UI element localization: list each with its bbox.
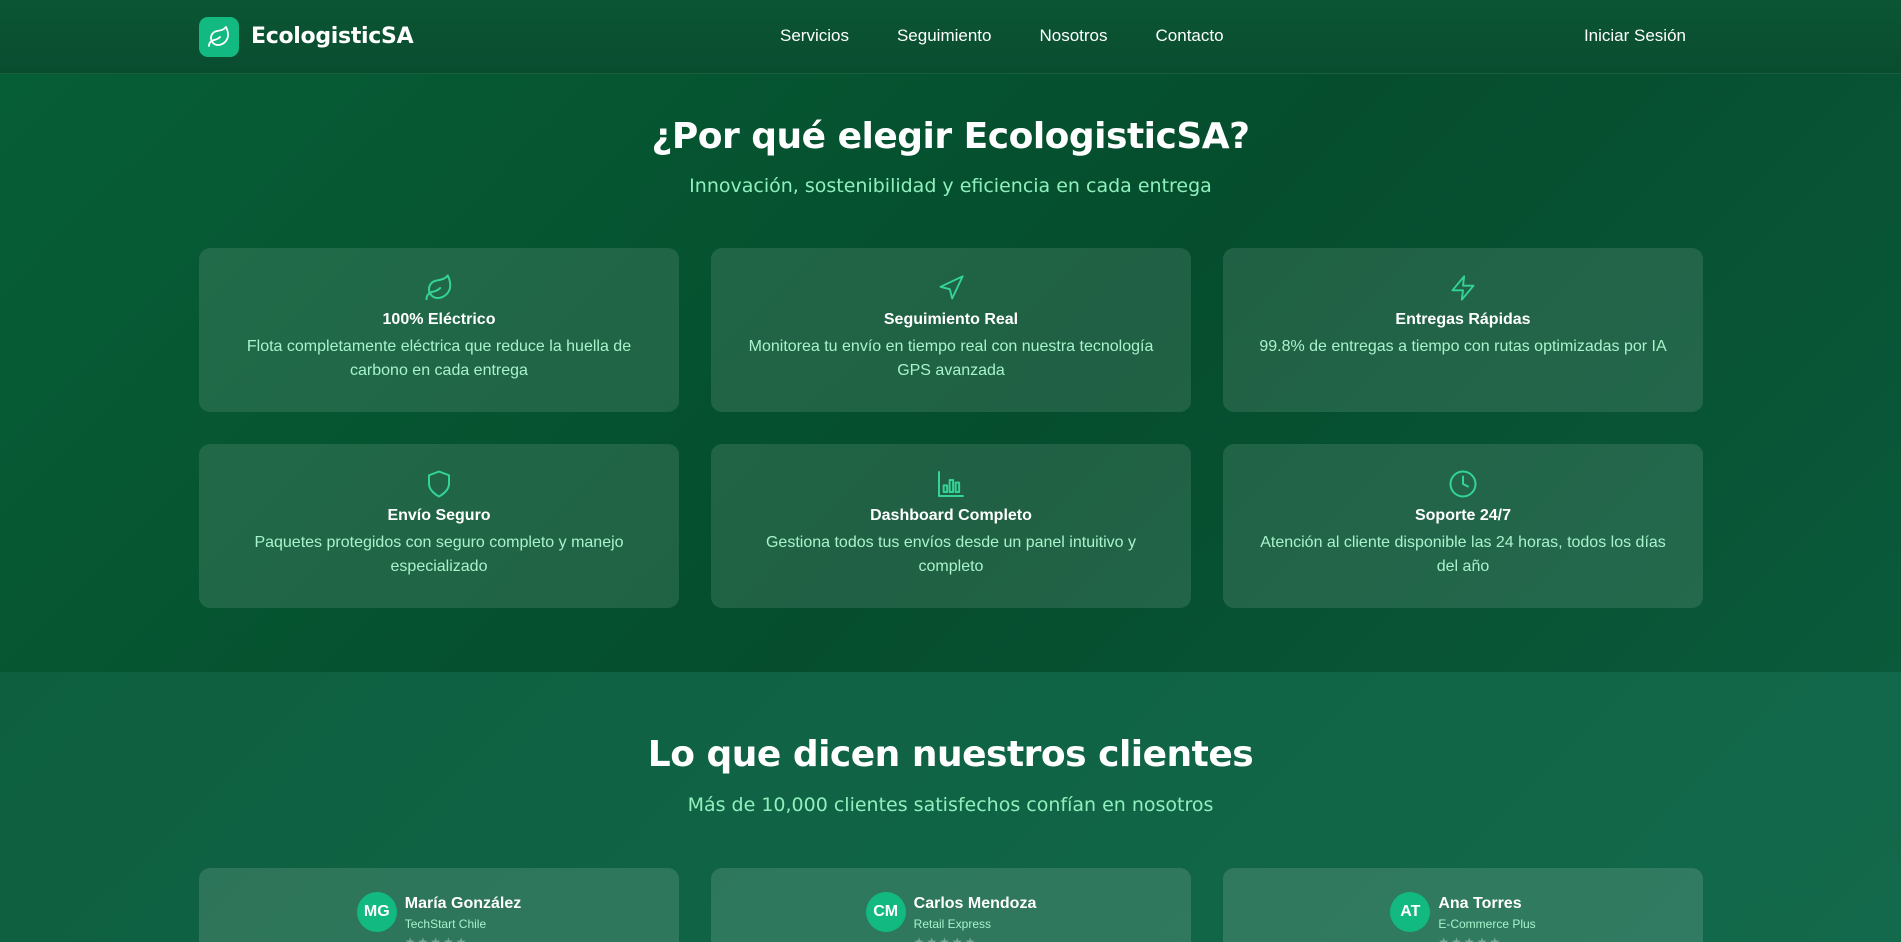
feature-description: Gestiona todos tus envíos desde un panel… <box>765 534 1136 575</box>
nav-seguimiento[interactable]: Seguimiento <box>897 26 992 46</box>
testimonial-author: MG María González TechStart Chile ★★★★★ <box>199 892 679 942</box>
feature-title: Entregas Rápidas <box>1395 311 1531 328</box>
feature-description: Atención al cliente disponible las 24 ho… <box>1260 534 1666 575</box>
testimonials-grid: MG María González TechStart Chile ★★★★★ … <box>199 868 1703 942</box>
leaf-logo-icon <box>199 16 239 57</box>
shield-icon <box>199 468 679 500</box>
login-link[interactable]: Iniciar Sesión <box>1584 26 1686 46</box>
author-name: Ana Torres <box>1438 895 1522 912</box>
testimonials-subtitle: Más de 10,000 clientes satisfechos confí… <box>687 794 1214 816</box>
feature-title: Envío Seguro <box>387 507 491 524</box>
testimonial-card: AT Ana Torres E-Commerce Plus ★★★★★ <box>1223 868 1703 942</box>
feature-title: Soporte 24/7 <box>1414 507 1512 524</box>
landing-page: EcologisticSA Servicios Seguimiento Noso… <box>0 0 1901 942</box>
lightning-icon <box>1223 272 1703 304</box>
brand[interactable]: EcologisticSA <box>199 16 414 57</box>
author-name: María González <box>404 895 522 912</box>
star-rating-icon: ★★★★★ <box>1438 935 1503 942</box>
feature-description: Paquetes protegidos con seguro completo … <box>254 534 624 575</box>
clock-icon <box>1223 468 1703 500</box>
nav-nosotros[interactable]: Nosotros <box>1039 26 1107 46</box>
author-info: Ana Torres E-Commerce Plus ★★★★★ <box>1438 892 1535 942</box>
testimonial-author: CM Carlos Mendoza Retail Express ★★★★★ <box>711 892 1191 942</box>
features-subtitle: Innovación, sostenibilidad y eficiencia … <box>689 175 1212 197</box>
avatar: AT <box>1390 892 1431 932</box>
features-title: ¿Por qué elegir EcologisticSA? <box>651 116 1250 157</box>
feature-title: Dashboard Completo <box>870 507 1032 524</box>
navigation-icon <box>711 272 1191 304</box>
feature-card: Seguimiento Real Monitorea tu envío en t… <box>711 248 1191 412</box>
testimonial-author: AT Ana Torres E-Commerce Plus ★★★★★ <box>1223 892 1703 942</box>
nav-contacto[interactable]: Contacto <box>1156 26 1224 46</box>
author-info: María González TechStart Chile ★★★★★ <box>405 892 521 942</box>
testimonial-card: CM Carlos Mendoza Retail Express ★★★★★ <box>711 868 1191 942</box>
top-navbar: EcologisticSA Servicios Seguimiento Noso… <box>0 0 1901 74</box>
avatar: MG <box>356 892 397 932</box>
star-rating-icon: ★★★★★ <box>913 935 978 942</box>
feature-card: Entregas Rápidas 99.8% de entregas a tie… <box>1223 248 1703 412</box>
author-company: TechStart Chile <box>404 917 487 931</box>
brand-name: EcologisticSA <box>251 24 414 49</box>
feature-description: Monitorea tu envío en tiempo real con nu… <box>748 338 1154 379</box>
feature-title: Seguimiento Real <box>883 311 1019 328</box>
feature-card: Soporte 24/7 Atención al cliente disponi… <box>1223 444 1703 608</box>
feature-card: Dashboard Completo Gestiona todos tus en… <box>711 444 1191 608</box>
avatar: CM <box>865 892 906 932</box>
testimonials-section: Lo que dicen nuestros clientes Más de 10… <box>0 672 1901 942</box>
features-grid: 100% Eléctrico Flota completamente eléct… <box>199 248 1703 608</box>
author-company: Retail Express <box>913 917 992 931</box>
author-company: E-Commerce Plus <box>1438 917 1536 931</box>
star-rating-icon: ★★★★★ <box>404 935 469 942</box>
main-nav: Servicios Seguimiento Nosotros Contacto <box>780 26 1224 46</box>
nav-servicios[interactable]: Servicios <box>780 26 849 46</box>
author-name: Carlos Mendoza <box>913 895 1037 912</box>
feature-description: 99.8% de entregas a tiempo con rutas opt… <box>1259 338 1667 355</box>
testimonials-title: Lo que dicen nuestros clientes <box>647 734 1254 775</box>
leaf-icon <box>199 272 679 304</box>
bar-chart-icon <box>711 468 1191 500</box>
author-info: Carlos Mendoza Retail Express ★★★★★ <box>914 892 1037 942</box>
feature-card: Envío Seguro Paquetes protegidos con seg… <box>199 444 679 608</box>
feature-title: 100% Eléctrico <box>382 311 496 328</box>
testimonial-card: MG María González TechStart Chile ★★★★★ <box>199 868 679 942</box>
features-section: ¿Por qué elegir EcologisticSA? Innovació… <box>0 74 1901 672</box>
feature-card: 100% Eléctrico Flota completamente eléct… <box>199 248 679 412</box>
feature-description: Flota completamente eléctrica que reduce… <box>246 338 632 379</box>
